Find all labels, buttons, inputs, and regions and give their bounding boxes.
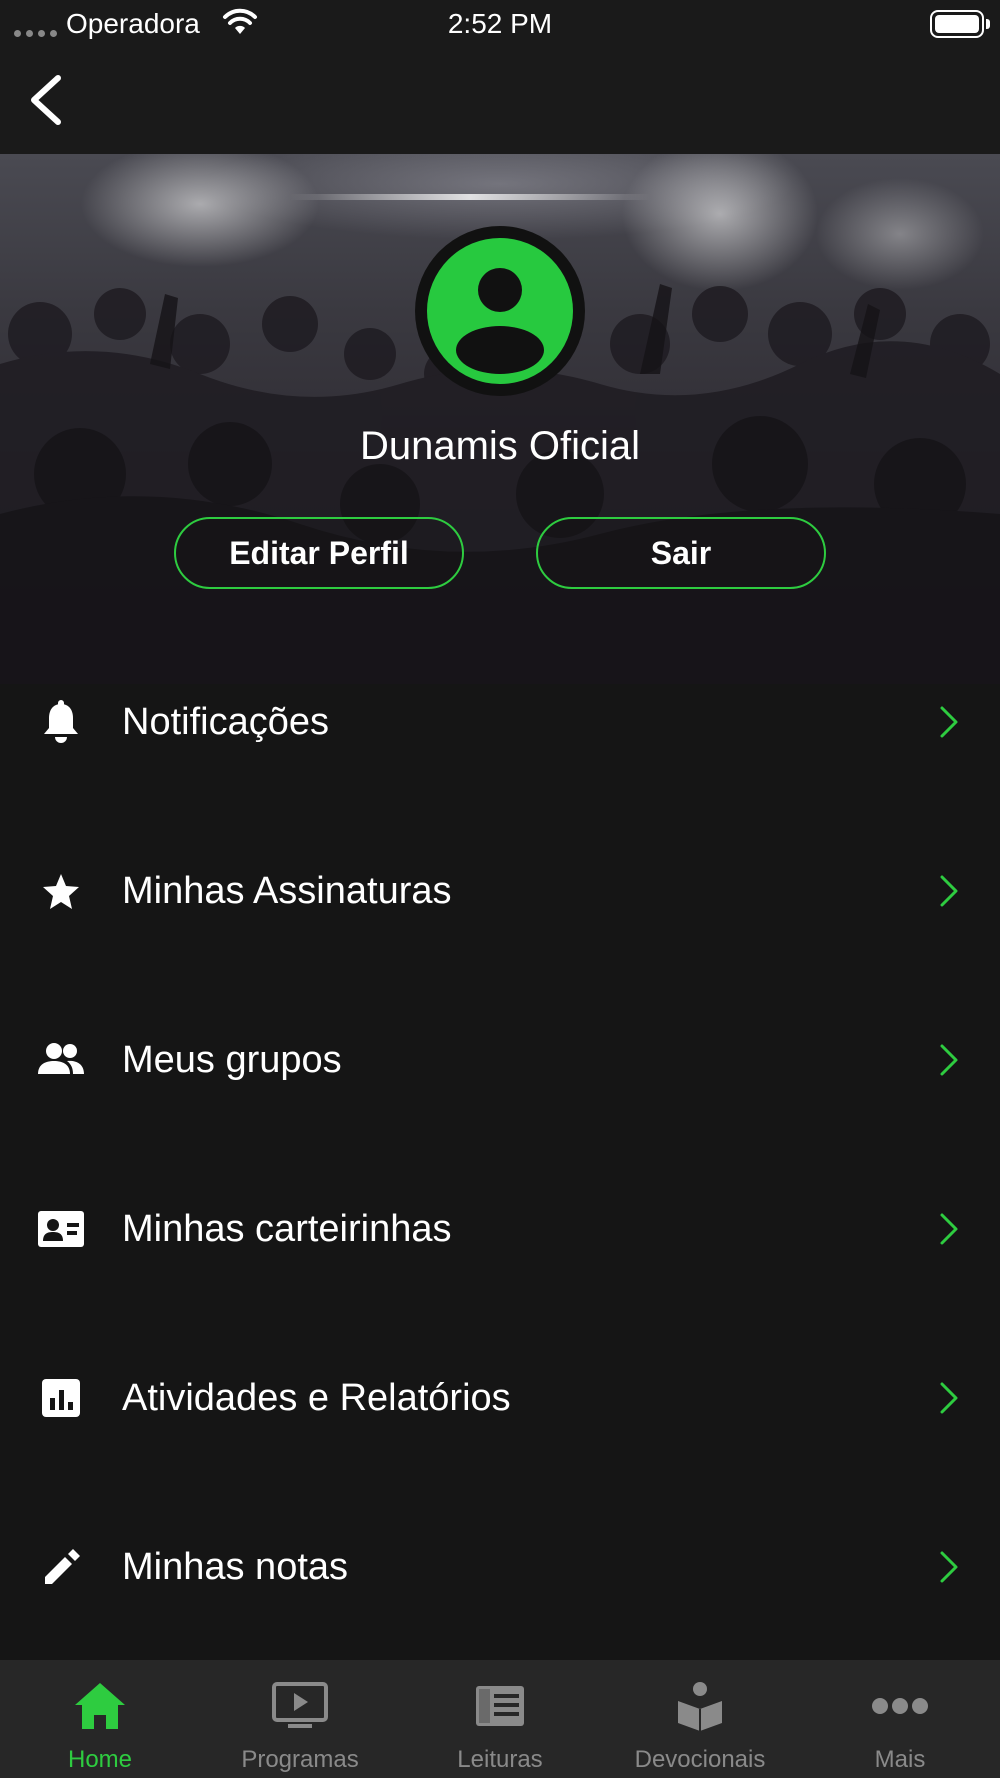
tab-bar: Home Programas Leituras Devocionais Mais bbox=[0, 1660, 1000, 1778]
menu-item-label: Notificações bbox=[122, 701, 329, 743]
chevron-right-icon bbox=[940, 1044, 958, 1076]
navigation-bar bbox=[0, 48, 1000, 154]
stage-light bbox=[290, 194, 650, 200]
profile-header: Dunamis Oficial Editar Perfil Sair bbox=[0, 154, 1000, 684]
tab-programs[interactable]: Programas bbox=[200, 1660, 400, 1778]
menu-item-label: Minhas Assinaturas bbox=[122, 870, 452, 912]
menu-item-notifications[interactable]: Notificações bbox=[0, 697, 1000, 817]
battery-tip bbox=[986, 19, 990, 29]
tv-play-icon bbox=[200, 1680, 400, 1732]
chevron-right-icon bbox=[940, 1551, 958, 1583]
menu-item-subscriptions[interactable]: Minhas Assinaturas bbox=[0, 866, 1000, 986]
chevron-right-icon bbox=[940, 706, 958, 738]
back-button[interactable] bbox=[22, 72, 72, 128]
tab-readings[interactable]: Leituras bbox=[400, 1660, 600, 1778]
chevron-right-icon bbox=[940, 1382, 958, 1414]
menu-item-notes[interactable]: Minhas notas bbox=[0, 1542, 1000, 1662]
id-card-icon bbox=[36, 1204, 86, 1254]
menu-item-label: Minhas carteirinhas bbox=[122, 1208, 452, 1250]
tab-more[interactable]: Mais bbox=[800, 1660, 1000, 1778]
bell-icon bbox=[36, 697, 86, 747]
status-bar: Operadora 2:52 PM bbox=[0, 0, 1000, 48]
tab-label: Programas bbox=[241, 1746, 359, 1773]
chevron-right-icon bbox=[940, 875, 958, 907]
user-avatar-icon bbox=[427, 238, 573, 384]
star-icon bbox=[36, 866, 86, 916]
tab-label: Home bbox=[67, 1746, 133, 1773]
tab-label: Devocionais bbox=[634, 1746, 766, 1773]
menu-item-member-cards[interactable]: Minhas carteirinhas bbox=[0, 1204, 1000, 1324]
profile-name: Dunamis Oficial bbox=[359, 424, 641, 468]
menu-item-activities-reports[interactable]: Atividades e Relatórios bbox=[0, 1373, 1000, 1493]
tab-home[interactable]: Home bbox=[0, 1660, 200, 1778]
newspaper-icon bbox=[400, 1680, 600, 1732]
clock: 2:52 PM bbox=[447, 8, 553, 39]
logout-button[interactable]: Sair bbox=[536, 517, 826, 589]
edit-profile-button[interactable]: Editar Perfil bbox=[174, 517, 464, 589]
menu-item-label: Atividades e Relatórios bbox=[122, 1377, 511, 1419]
menu-item-label: Meus grupos bbox=[122, 1039, 342, 1081]
tab-label: Mais bbox=[874, 1746, 926, 1773]
avatar[interactable] bbox=[415, 226, 585, 396]
battery-icon bbox=[930, 10, 984, 38]
home-icon bbox=[0, 1680, 200, 1732]
reading-person-icon bbox=[600, 1680, 800, 1732]
bar-chart-icon bbox=[36, 1373, 86, 1423]
menu-item-groups[interactable]: Meus grupos bbox=[0, 1035, 1000, 1155]
menu-item-label: Minhas notas bbox=[122, 1546, 349, 1588]
tab-devotionals[interactable]: Devocionais bbox=[600, 1660, 800, 1778]
more-dots-icon bbox=[800, 1680, 1000, 1732]
chevron-right-icon bbox=[940, 1213, 958, 1245]
group-icon bbox=[36, 1035, 86, 1085]
tab-label: Leituras bbox=[457, 1746, 543, 1773]
chevron-left-icon bbox=[31, 75, 61, 125]
pencil-icon bbox=[36, 1542, 86, 1592]
